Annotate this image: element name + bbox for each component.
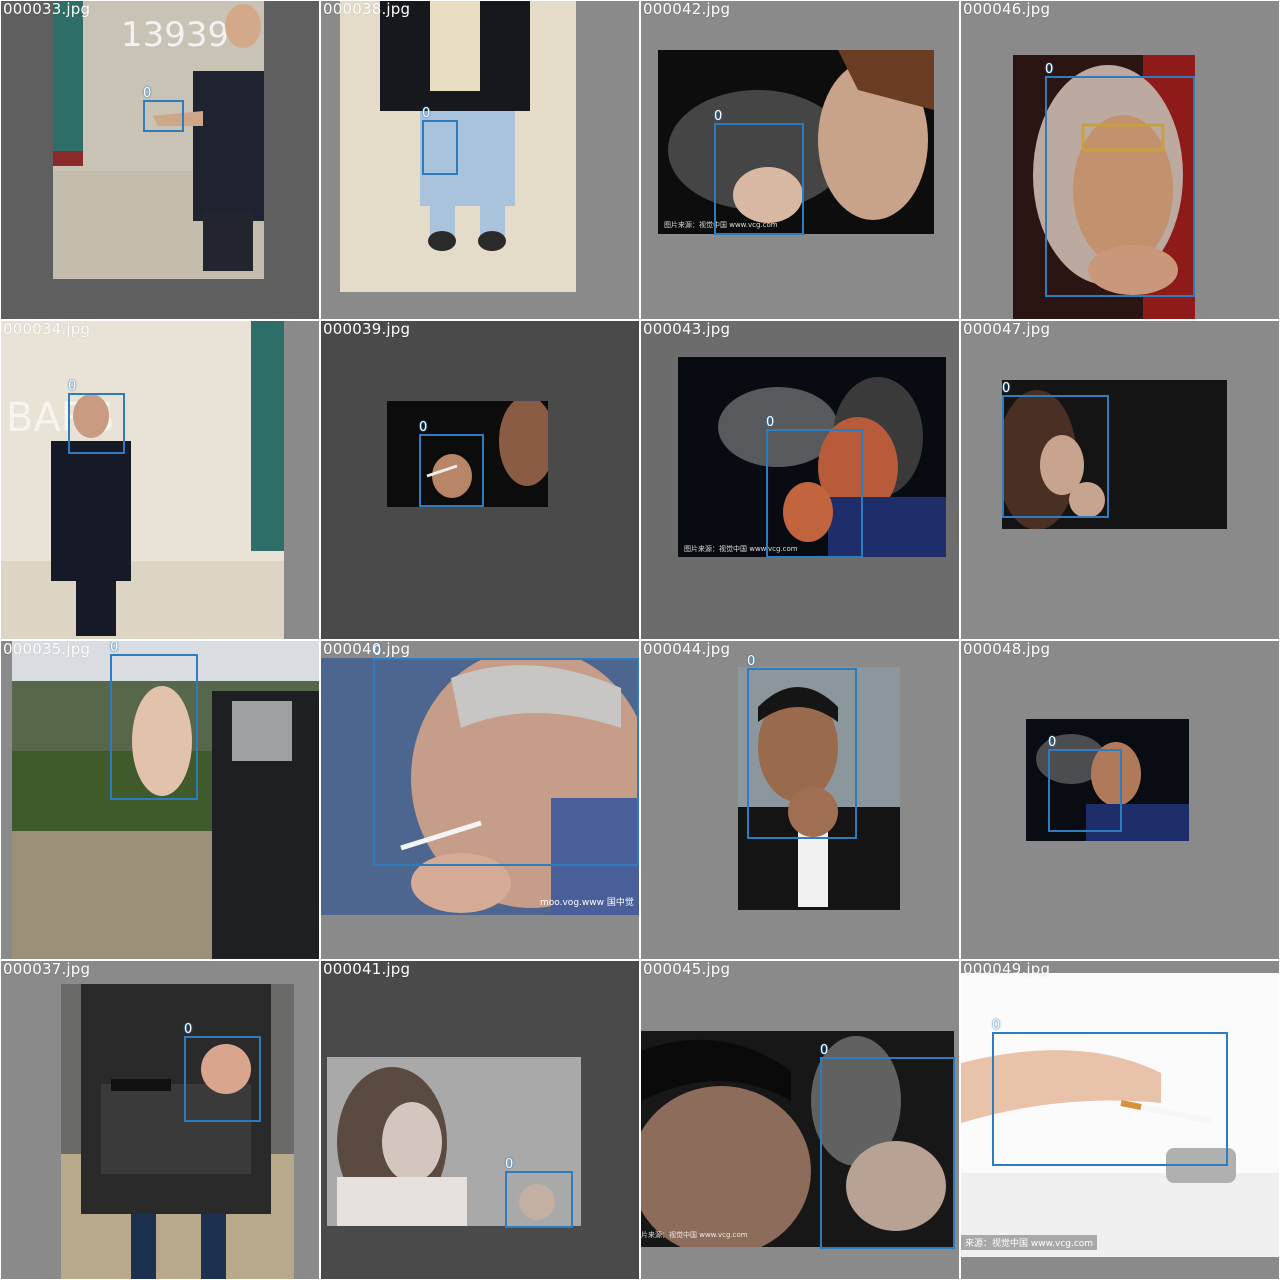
box-label: 0: [747, 654, 756, 669]
detection-box: 0: [184, 1023, 261, 1122]
detection-box: 0: [747, 655, 857, 839]
detection-box: 0: [110, 641, 198, 800]
tile-000034: BARS 0 000034.jpg: [1, 321, 319, 639]
file-name: 000035.jpg: [3, 641, 91, 658]
file-name: 000041.jpg: [323, 961, 411, 978]
file-name: 000033.jpg: [3, 1, 91, 18]
detection-box: 0: [1002, 382, 1109, 518]
file-name: 000038.jpg: [323, 1, 411, 18]
detection-box: 0: [143, 87, 184, 132]
detection-box: 0: [1045, 63, 1195, 297]
tile-000047: 0 000047.jpg: [961, 321, 1279, 639]
detection-box: 0: [422, 107, 458, 175]
tile-000033: 13939 0 000033.jpg: [1, 1, 319, 319]
box-label: 0: [1048, 735, 1057, 750]
detection-box: 0: [68, 380, 125, 454]
detection-box: 0: [766, 416, 863, 558]
svg-text:13939: 13939: [121, 15, 229, 55]
box-label: 0: [419, 420, 428, 435]
photo: BARS: [1, 321, 284, 639]
detection-box: 0: [373, 645, 639, 866]
tile-000045: 片来源：视觉中国 www.vcg.com 0 000045.jpg: [641, 961, 959, 1279]
box-label: 0: [184, 1022, 193, 1037]
box-label: 0: [143, 86, 152, 101]
tile-000037: 0 000037.jpg: [1, 961, 319, 1279]
box-label: 0: [820, 1043, 829, 1058]
tile-000035: 0 000035.jpg: [1, 641, 319, 959]
file-name: 000045.jpg: [643, 961, 731, 978]
box-label: 0: [68, 379, 77, 394]
photo: [61, 984, 294, 1279]
tile-000043: 图片来源：视觉中国 www.vcg.com 0 000043.jpg: [641, 321, 959, 639]
tile-000039: 0 000039.jpg: [321, 321, 639, 639]
detection-box: 0: [505, 1158, 573, 1228]
file-name: 000049.jpg: [963, 961, 1051, 978]
watermark: moo.vog.www 国中觉: [540, 898, 634, 908]
photo: 13939: [53, 1, 264, 279]
tile-000044: 0 000044.jpg: [641, 641, 959, 959]
box-label: 0: [1045, 62, 1054, 77]
detection-box: 0: [992, 1019, 1228, 1166]
file-name: 000034.jpg: [3, 321, 91, 338]
file-name: 000037.jpg: [3, 961, 91, 978]
tile-000046: 0 000046.jpg: [961, 1, 1279, 319]
detection-box: 0: [419, 421, 484, 507]
box-label: 0: [714, 109, 723, 124]
file-name: 000039.jpg: [323, 321, 411, 338]
file-name: 000043.jpg: [643, 321, 731, 338]
box-label: 0: [110, 641, 119, 655]
box-label: 0: [422, 106, 431, 121]
tile-000048: 0 000048.jpg: [961, 641, 1279, 959]
box-label: 0: [992, 1018, 1001, 1033]
tile-000042: 图片来源：视觉中国 www.vcg.com 0 000042.jpg: [641, 1, 959, 319]
tile-000038: 0 000038.jpg: [321, 1, 639, 319]
box-label: 0: [505, 1157, 514, 1172]
box-label: 0: [766, 415, 775, 430]
file-name: 000040.jpg: [323, 641, 411, 658]
detection-box: 0: [1048, 736, 1122, 832]
box-label: 0: [1002, 381, 1011, 396]
file-name: 000046.jpg: [963, 1, 1051, 18]
file-name: 000047.jpg: [963, 321, 1051, 338]
mosaic-grid: 13939 0 000033.jpg 0 000038.jpg 图片来源：视觉中…: [0, 0, 1280, 1280]
file-name: 000042.jpg: [643, 1, 731, 18]
file-name: 000044.jpg: [643, 641, 731, 658]
detection-box: 0: [820, 1044, 955, 1249]
tile-000049: 来源：视觉中国 www.vcg.com 0 000049.jpg: [961, 961, 1279, 1279]
watermark: 片来源：视觉中国 www.vcg.com: [641, 1231, 748, 1239]
watermark: 来源：视觉中国 www.vcg.com: [961, 1235, 1098, 1250]
tile-000041: 0 000041.jpg: [321, 961, 639, 1279]
photo: [340, 1, 576, 292]
tile-000040: moo.vog.www 国中觉 0 000040.jpg: [321, 641, 639, 959]
file-name: 000048.jpg: [963, 641, 1051, 658]
detection-box: 0: [714, 110, 804, 235]
